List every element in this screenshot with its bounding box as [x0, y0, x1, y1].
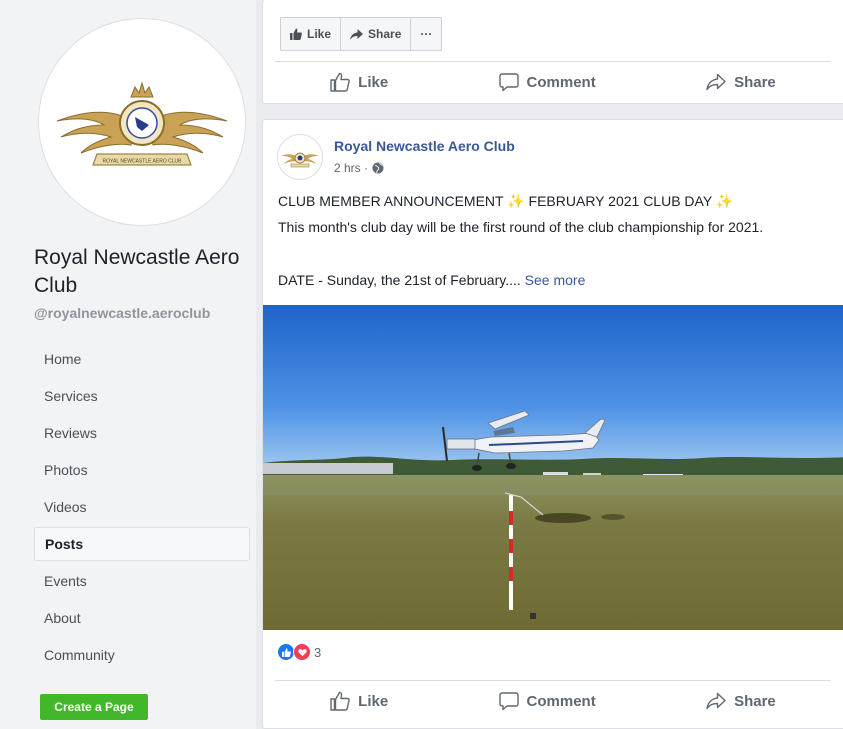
post-share-label: Share — [734, 692, 776, 710]
share-arrow-icon — [350, 28, 364, 40]
nav-item-reviews[interactable]: Reviews — [34, 416, 250, 450]
thumbs-up-icon — [330, 72, 350, 92]
thumbs-up-icon — [290, 28, 302, 40]
share-action-button[interactable]: Share — [706, 73, 776, 91]
previous-post-actions: Like Comment Share — [275, 61, 831, 102]
post-date-line: DATE - Sunday, the 21st of February.... … — [278, 271, 823, 290]
love-reaction-icon — [293, 643, 311, 661]
previous-post-card: Like Share ··· Like Comment Share — [262, 0, 843, 104]
create-page-button[interactable]: Create a Page — [40, 694, 148, 720]
club-logo-small — [281, 152, 319, 168]
like-action-label: Like — [358, 73, 389, 91]
share-action-label: Share — [734, 73, 776, 91]
post-author-avatar[interactable] — [277, 134, 323, 180]
nav-item-about[interactable]: About — [34, 601, 250, 635]
post-date-text: DATE - Sunday, the 21st of February.... — [278, 272, 525, 288]
nav-item-events[interactable]: Events — [34, 564, 250, 598]
post-actions: Like Comment Share — [275, 680, 831, 721]
comment-action-button[interactable]: Comment — [498, 72, 596, 92]
page-profile-picture[interactable]: ROYAL NEWCASTLE AERO CLUB — [38, 18, 246, 226]
like-action-button[interactable]: Like — [330, 72, 388, 92]
page-handle[interactable]: @royalnewcastle.aeroclub — [34, 305, 210, 321]
post-photo[interactable] — [263, 305, 843, 630]
post-like-label: Like — [358, 692, 389, 710]
post-card: Royal Newcastle Aero Club 2 hrs · CLUB M… — [262, 119, 843, 729]
more-button[interactable]: ··· — [411, 18, 441, 50]
thumbs-up-icon — [330, 691, 350, 711]
see-more-link[interactable]: See more — [525, 272, 586, 288]
post-like-button[interactable]: Like — [330, 691, 388, 711]
airplane-takeoff-photo — [263, 305, 843, 630]
comment-icon — [498, 692, 519, 711]
club-logo: ROYAL NEWCASTLE AERO CLUB — [56, 81, 228, 166]
globe-icon[interactable] — [372, 162, 384, 174]
page-like-label: Like — [307, 27, 332, 41]
post-description-line: This month's club day will be the first … — [278, 219, 764, 235]
nav-item-posts[interactable]: Posts — [34, 527, 250, 561]
nav-item-home[interactable]: Home — [34, 342, 250, 376]
left-sidebar: ROYAL NEWCASTLE AERO CLUB Royal Newcastl… — [0, 0, 256, 729]
nav-item-photos[interactable]: Photos — [34, 453, 250, 487]
post-meta: 2 hrs · — [334, 161, 384, 175]
nav-item-services[interactable]: Services — [34, 379, 250, 413]
comment-action-label: Comment — [526, 73, 596, 91]
post-announcement-line: CLUB MEMBER ANNOUNCEMENT ✨ FEBRUARY 2021… — [278, 193, 734, 209]
reaction-count: 3 — [314, 644, 322, 660]
share-arrow-icon — [706, 692, 726, 710]
page-name[interactable]: Royal Newcastle Aero Club — [34, 244, 254, 300]
page-share-label: Share — [368, 27, 402, 41]
nav-item-videos[interactable]: Videos — [34, 490, 250, 524]
more-icon: ··· — [420, 27, 433, 41]
nav-item-community[interactable]: Community — [34, 638, 250, 672]
comment-icon — [498, 73, 519, 92]
page-share-button[interactable]: Share — [341, 18, 412, 50]
post-comment-label: Comment — [526, 692, 596, 710]
post-author-name[interactable]: Royal Newcastle Aero Club — [334, 138, 515, 154]
page-action-bar: Like Share ··· — [280, 17, 443, 51]
logo-banner-text: ROYAL NEWCASTLE AERO CLUB — [103, 159, 183, 165]
post-share-button[interactable]: Share — [706, 692, 776, 710]
post-timestamp[interactable]: 2 hrs · — [334, 161, 368, 175]
reaction-summary[interactable]: 3 — [277, 643, 321, 661]
share-arrow-icon — [706, 73, 726, 91]
post-comment-button[interactable]: Comment — [498, 691, 596, 711]
page-nav: Home Services Reviews Photos Videos Post… — [34, 342, 250, 675]
page-like-button[interactable]: Like — [281, 18, 342, 50]
